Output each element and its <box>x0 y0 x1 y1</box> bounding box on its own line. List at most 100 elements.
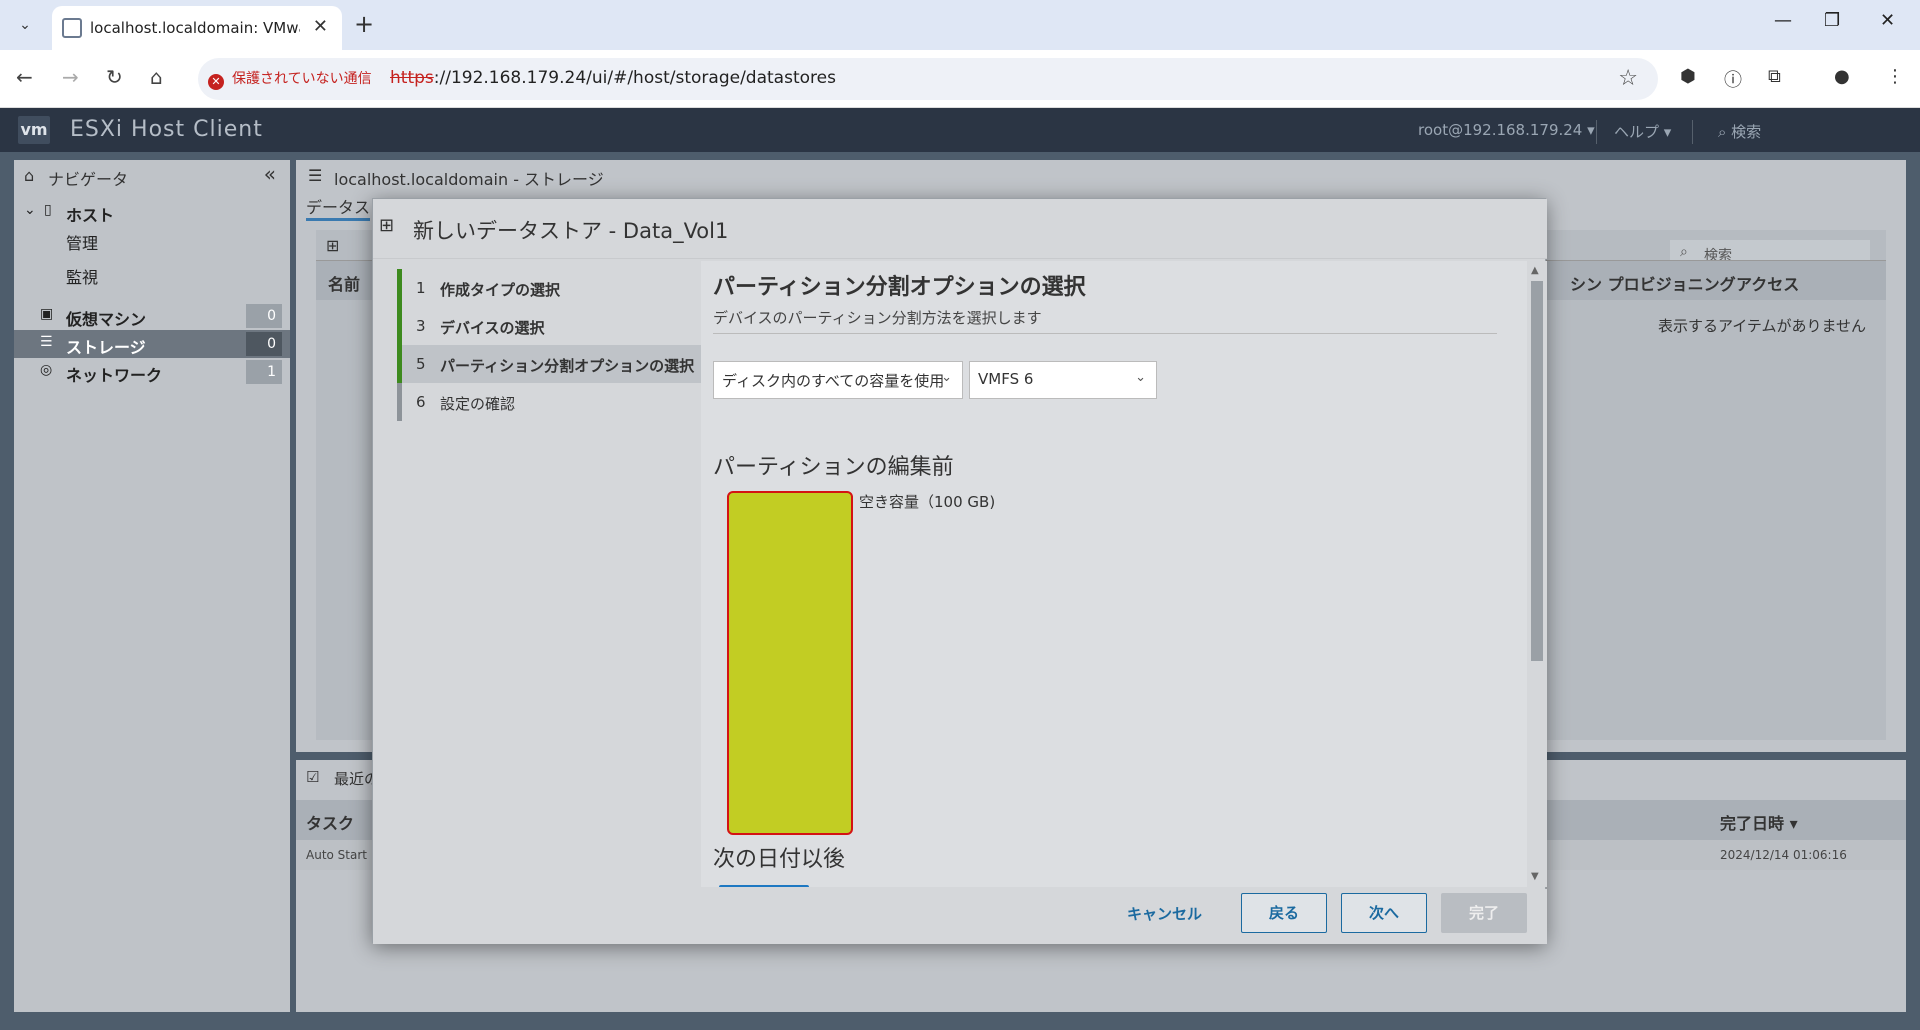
free-space-partition-bar[interactable] <box>727 491 853 835</box>
url-path: ://192.168.179.24/ui/#/host/storage/data… <box>433 68 836 88</box>
col-task[interactable]: タスク <box>306 810 354 834</box>
wizard-step-5[interactable]: 5 パーティション分割オプションの選択 <box>397 345 701 383</box>
back-arrow-icon[interactable]: ← <box>16 65 33 89</box>
search-icon: ⌕ <box>1680 244 1688 260</box>
before-edit-title: パーティションの編集前 <box>713 455 954 480</box>
minimize-icon[interactable]: — <box>1774 10 1792 31</box>
col-name[interactable]: 名前 <box>328 271 360 295</box>
step-label: パーティション分割オプションの選択 <box>440 357 695 375</box>
nav-host[interactable]: ⌄ ▯ ホスト <box>14 198 290 226</box>
finish-button[interactable]: 完了 <box>1441 893 1527 933</box>
tab-title: localhost.localdomain: VMware <box>90 19 300 37</box>
dialog-header: ⊞ 新しいデータストア - Data_Vol1 <box>373 199 1547 259</box>
home-icon: ⌂ <box>24 166 35 185</box>
col-completed[interactable]: 完了日時 ▾ <box>1720 810 1798 834</box>
app-title: ESXi Host Client <box>70 117 263 142</box>
navigator-title: ナビゲータ <box>48 170 129 189</box>
step-number: 5 <box>416 355 426 373</box>
step-label: 作成タイプの選択 <box>440 281 561 299</box>
restore-icon[interactable]: ❐ <box>1824 10 1840 31</box>
wizard-step-1[interactable]: 1 作成タイプの選択 <box>397 269 701 307</box>
vm-icon: ▣ <box>40 306 54 322</box>
new-datastore-icon[interactable]: ⊞ <box>326 236 339 255</box>
chevron-down-icon: ⌄ <box>1135 370 1146 385</box>
usage-select[interactable]: ディスク内のすべての容量を使用 ⌄ <box>713 361 963 399</box>
user-menu[interactable]: root@192.168.179.24 ▾ <box>1418 121 1595 139</box>
back-button[interactable]: 戻る <box>1241 893 1327 933</box>
content-subheading: デバイスのパーティション分割方法を選択します <box>713 309 1042 327</box>
password-manager-icon[interactable]: ⓘ <box>1724 66 1742 92</box>
nav-virtual-machines[interactable]: ▣ 仮想マシン 0 <box>14 302 290 330</box>
step-label: デバイスの選択 <box>440 319 545 337</box>
header-divider <box>1596 120 1597 144</box>
wizard-content: パーティション分割オプションの選択 デバイスのパーティション分割方法を選択します… <box>701 261 1527 887</box>
vmware-favicon-icon <box>62 18 82 38</box>
scroll-down-icon[interactable]: ▼ <box>1531 871 1539 882</box>
task-completed-time: 2024/12/14 01:06:16 <box>1720 848 1847 862</box>
bookmark-star-icon[interactable]: ☆ <box>1618 66 1638 91</box>
usage-select-value: ディスク内のすべての容量を使用 <box>722 372 945 390</box>
new-tab-button[interactable]: + <box>354 10 374 38</box>
header-search-label: 検索 <box>1731 123 1762 141</box>
collapse-navigator-icon[interactable]: « <box>264 162 276 186</box>
dialog-footer: キャンセル 戻る 次へ 完了 <box>373 889 1547 944</box>
step-label: 設定の確認 <box>440 395 516 413</box>
warning-icon: ✕ <box>208 74 224 90</box>
profile-avatar-icon[interactable]: ● <box>1834 66 1850 87</box>
home-icon[interactable]: ⌂ <box>150 65 163 89</box>
browser-toolbar: ← → ↻ ⌂ ✕ 保護されていない通信 https://192.168.179.… <box>0 50 1920 108</box>
database-icon: ☰ <box>308 166 323 185</box>
header-search[interactable]: ⌕ 検索 <box>1718 121 1761 142</box>
wizard-steps: 1 作成タイプの選択 3 デバイスの選択 5 パーティション分割オプションの選択… <box>397 261 701 421</box>
chevron-down-icon[interactable]: ⌄ <box>24 202 36 218</box>
wizard-step-3[interactable]: 3 デバイスの選択 <box>397 307 701 345</box>
after-partition-bar <box>719 885 809 887</box>
help-menu[interactable]: ヘルプ ▾ <box>1614 121 1671 142</box>
server-icon: ▯ <box>44 202 52 218</box>
address-bar[interactable]: ✕ 保護されていない通信 https://192.168.179.24/ui/#/… <box>198 58 1658 100</box>
extensions-puzzle-icon[interactable]: ⧉ <box>1768 66 1781 87</box>
extension-shield-icon[interactable]: ⬢ <box>1680 66 1696 87</box>
free-space-label: 空き容量（100 GB) <box>859 493 996 511</box>
tab-search-chevron-icon[interactable]: ⌄ <box>12 12 38 38</box>
task-name: Auto Start <box>306 848 367 862</box>
reload-icon[interactable]: ↻ <box>106 65 123 89</box>
nav-monitor[interactable]: 監視 <box>14 260 290 288</box>
tab-datastores[interactable]: データス <box>306 194 371 221</box>
url-text[interactable]: https://192.168.179.24/ui/#/host/storage… <box>390 68 836 88</box>
cancel-button[interactable]: キャンセル <box>1127 903 1202 924</box>
nav-storage[interactable]: ☰ ストレージ 0 <box>14 330 290 358</box>
content-scrollbar[interactable]: ▲ ▼ <box>1527 261 1547 887</box>
content-heading: パーティション分割オプションの選択 <box>713 275 1086 300</box>
app-header: vm ESXi Host Client root@192.168.179.24 … <box>0 108 1920 152</box>
forward-arrow-icon[interactable]: → <box>62 65 79 89</box>
window-close-icon[interactable]: ✕ <box>1880 10 1895 31</box>
nav-vm-label: 仮想マシン <box>66 310 147 329</box>
nav-monitor-label: 監視 <box>66 268 99 287</box>
new-datastore-dialog: ⊞ 新しいデータストア - Data_Vol1 1 作成タイプの選択 3 デバイ… <box>372 198 1547 944</box>
close-tab-icon[interactable]: ✕ <box>313 16 328 37</box>
browser-menu-icon[interactable]: ⋮ <box>1886 66 1904 87</box>
browser-tabbar: ⌄ localhost.localdomain: VMware ✕ + — ❐ … <box>0 0 1920 50</box>
nav-storage-label: ストレージ <box>66 338 146 357</box>
scrollbar-thumb[interactable] <box>1531 281 1543 661</box>
wizard-step-6[interactable]: 6 設定の確認 <box>397 383 701 421</box>
nav-manage[interactable]: 管理 <box>14 226 290 254</box>
vmfs-version-select[interactable]: VMFS 6 ⌄ <box>969 361 1157 399</box>
col-access[interactable]: アクセス <box>1736 271 1799 295</box>
search-icon: ⌕ <box>1718 123 1732 141</box>
security-warning[interactable]: ✕ 保護されていない通信 <box>208 67 380 91</box>
browser-tab[interactable]: localhost.localdomain: VMware ✕ <box>52 6 342 50</box>
storage-count-badge: 0 <box>246 332 282 356</box>
chevron-down-icon: ⌄ <box>941 370 952 385</box>
col-thin-provisioning[interactable]: シン プロビジョニング <box>1570 271 1736 295</box>
header-divider <box>1692 120 1693 144</box>
nav-network[interactable]: ◎ ネットワーク 1 <box>14 358 290 386</box>
database-icon: ☰ <box>40 334 53 350</box>
url-scheme: https <box>390 68 434 88</box>
divider <box>713 333 1497 334</box>
next-button[interactable]: 次へ <box>1341 893 1427 933</box>
scroll-up-icon[interactable]: ▲ <box>1531 265 1539 276</box>
network-globe-icon: ◎ <box>40 362 53 378</box>
vmfs-select-value: VMFS 6 <box>978 370 1034 388</box>
